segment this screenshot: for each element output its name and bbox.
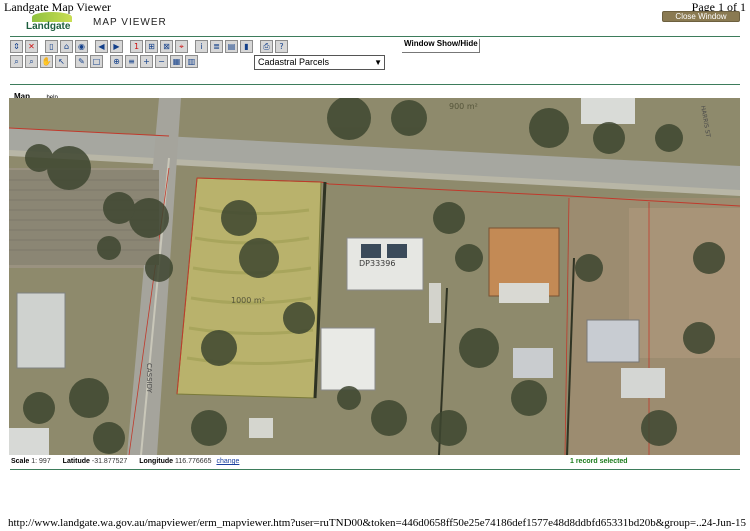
map-canvas[interactable]: 1000 m² CASSIDY DP33396 900 m² HARRIS ST [9, 98, 740, 455]
footer-url: http://www.landgate.wa.gov.au/mapviewer/… [8, 517, 705, 529]
window-show-hide-button[interactable]: Window Show/Hide [402, 39, 480, 53]
scale-value: 1: 997 [31, 458, 51, 465]
refresh-icon[interactable]: ⇕ [10, 40, 23, 53]
pan-icon[interactable]: ✋ [40, 55, 53, 68]
status-divider [10, 469, 740, 470]
change-coordinates-link[interactable]: change [216, 458, 239, 465]
toolbar-row-2: ⌕ ⌕ ✋ ↖ ✎ □ ⊕ ≡ + − ▦ ▥ [10, 55, 198, 69]
longitude-value: 116.776665 [175, 458, 212, 465]
footer-date: 24-Jun-15 [701, 517, 746, 529]
toolbar-divider [10, 84, 740, 85]
document-icon[interactable]: ▯ [45, 40, 58, 53]
select-list-icon[interactable]: ≣ [210, 40, 223, 53]
app-header: Landgate MAP VIEWER Close Window [10, 11, 740, 37]
scale-label: Scale [11, 458, 30, 465]
lot-label: DP33396 [359, 259, 395, 268]
landgate-logo: Landgate [24, 11, 80, 35]
pen-icon[interactable]: ✎ [75, 55, 88, 68]
zoom-in-icon[interactable]: ⌕ [10, 55, 23, 68]
rectangle-icon[interactable]: □ [90, 55, 103, 68]
select-arrow-icon[interactable]: ↖ [55, 55, 68, 68]
latitude-value: -31.877527 [91, 458, 128, 465]
building [16, 292, 66, 369]
parcel-area-label: 1000 m² [231, 296, 265, 305]
layer-select-value: Cadastral Parcels [258, 57, 330, 67]
table-icon[interactable]: ▥ [185, 55, 198, 68]
layer-select[interactable]: Cadastral Parcels ▼ [254, 55, 385, 70]
app-title: MAP VIEWER [93, 17, 167, 28]
scale-icon[interactable]: 1 [130, 40, 143, 53]
zoom-layer-icon[interactable]: ⊠ [160, 40, 173, 53]
previous-extent-icon[interactable]: ◀ [95, 40, 108, 53]
full-extent-icon[interactable]: ◉ [75, 40, 88, 53]
logo-text: Landgate [26, 21, 71, 32]
chevron-down-icon: ▼ [374, 58, 382, 67]
remove-point-icon[interactable]: − [155, 55, 168, 68]
help-icon[interactable]: ? [275, 40, 288, 53]
toolbar-row-1: ⇕ ✕ ▯ ⌂ ◉ ◀ ▶ 1 ⊞ ⊠ ⌖ ⅰ ≣ ▤ ▮ ⎙ ? [10, 40, 288, 54]
layer-icon[interactable]: ▮ [240, 40, 253, 53]
next-extent-icon[interactable]: ▶ [110, 40, 123, 53]
records-selected-status: 1 record selected [570, 458, 628, 465]
longitude-label: Longitude [139, 458, 174, 465]
zoom-out-icon[interactable]: ⌕ [25, 55, 38, 68]
zoom-selection-icon[interactable]: ⌖ [175, 40, 188, 53]
identify-icon[interactable]: ⅰ [195, 40, 208, 53]
zoom-extent-icon[interactable]: ⊞ [145, 40, 158, 53]
add-layer-icon[interactable]: ⊕ [110, 55, 123, 68]
report-icon[interactable]: ▤ [225, 40, 238, 53]
corner-area-label: 900 m² [449, 102, 478, 111]
clear-icon[interactable]: ✕ [25, 40, 38, 53]
home-icon[interactable]: ⌂ [60, 40, 73, 53]
add-point-icon[interactable]: + [140, 55, 153, 68]
layer-stack-icon[interactable]: ≡ [125, 55, 138, 68]
grid-icon[interactable]: ▦ [170, 55, 183, 68]
print-icon[interactable]: ⎙ [260, 40, 273, 53]
latitude-label: Latitude [62, 458, 90, 465]
street-label: CASSIDY [145, 363, 153, 394]
close-window-button[interactable]: Close Window [662, 11, 740, 22]
status-bar: Scale 1: 997 Latitude -31.877527 Longitu… [11, 458, 740, 468]
